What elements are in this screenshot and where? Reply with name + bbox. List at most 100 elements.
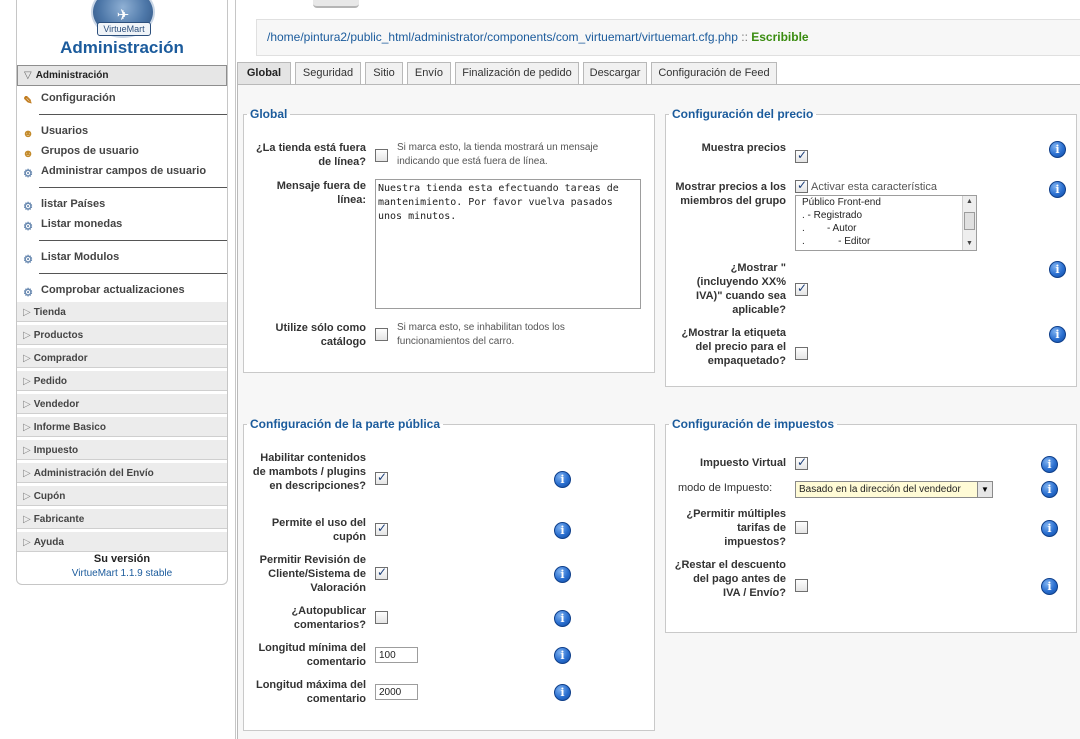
list-gear-icon: ⚙ [23, 287, 33, 299]
sidebar-title: Administración [60, 38, 184, 57]
tab-seguridad[interactable]: Seguridad [295, 62, 361, 84]
info-icon[interactable]: i [1041, 520, 1058, 537]
sidebar-item-configuracion[interactable]: ✎ Configuración [21, 89, 226, 107]
info-icon[interactable]: i [1049, 141, 1066, 158]
info-icon[interactable]: i [554, 610, 571, 627]
chevron-right-icon: ▷ [23, 376, 31, 387]
sidebar-category-impuesto[interactable]: ▷ Impuesto [17, 439, 227, 460]
chevron-right-icon: ▷ [23, 422, 31, 433]
scroll-down-icon[interactable]: ▼ [963, 238, 976, 250]
offline-message-textarea[interactable] [375, 179, 641, 309]
fieldset-price-legend: Configuración del precio [672, 107, 814, 121]
tab-sitio[interactable]: Sitio [365, 62, 403, 84]
chevron-down-icon: ▽ [24, 70, 32, 81]
list-gear-icon: ⚙ [23, 221, 33, 233]
chevron-right-icon: ▷ [23, 353, 31, 364]
sidebar-category-envio[interactable]: ▷ Administración del Envío [17, 462, 227, 483]
members-prices-checkbox[interactable] [795, 178, 808, 193]
tab-envio[interactable]: Envío [407, 62, 451, 84]
divider [39, 114, 227, 115]
sidebar-category-pedido[interactable]: ▷ Pedido [17, 370, 227, 391]
sidebar-item-monedas[interactable]: ⚙ Listar monedas [21, 215, 226, 233]
writable-status: Escribible [751, 30, 809, 44]
info-icon[interactable]: i [1041, 456, 1058, 473]
fieldset-tax-legend: Configuración de impuestos [672, 417, 835, 431]
info-icon[interactable]: i [1041, 481, 1058, 498]
info-icon[interactable]: i [1049, 326, 1066, 343]
info-icon[interactable]: i [554, 566, 571, 583]
show-prices-checkbox[interactable] [795, 148, 808, 163]
path-separator: :: [741, 30, 748, 44]
sidebar-category-vendedor[interactable]: ▷ Vendedor [17, 393, 227, 414]
tax-mode-label: modo de Impuesto: [678, 482, 773, 494]
info-icon[interactable]: i [554, 522, 571, 539]
sidebar-section-administracion[interactable]: ▽ Administración [17, 65, 227, 86]
divider [39, 240, 227, 241]
discount-before-tax-label: ¿Restar el descuento del pago antes de I… [674, 559, 786, 599]
multi-tax-checkbox[interactable] [795, 521, 808, 534]
offline-description: Si marca esto, la tienda mostrará un men… [397, 142, 599, 167]
sidebar-category-productos[interactable]: ▷ Productos [17, 324, 227, 345]
sidebar-category-fabricante[interactable]: ▷ Fabricante [17, 508, 227, 529]
info-icon[interactable]: i [1041, 578, 1058, 595]
chevron-down-icon[interactable]: ▼ [977, 482, 992, 497]
scroll-thumb[interactable] [964, 212, 975, 230]
version-title: Su versión [93, 553, 151, 565]
max-length-input[interactable] [375, 684, 418, 700]
config-file-path-bar: /home/pintura2/public_html/administrator… [256, 19, 1080, 56]
list-option[interactable]: Público Front-end [796, 196, 976, 209]
virtual-tax-checkbox[interactable] [795, 455, 808, 470]
min-length-label: Longitud mínima del comentario [258, 642, 366, 668]
autopublish-checkbox[interactable] [375, 611, 388, 624]
chevron-right-icon: ▷ [23, 537, 31, 548]
info-icon[interactable]: i [1049, 181, 1066, 198]
coupon-checkbox[interactable] [375, 521, 388, 536]
discount-before-tax-checkbox[interactable] [795, 579, 808, 592]
user-groups-listbox[interactable]: Público Front-end . - Registrado . - Aut… [795, 195, 977, 251]
sidebar-item-usuarios[interactable]: ☻ Usuarios [21, 122, 226, 140]
tab-configuracion-feed[interactable]: Configuración de Feed [651, 62, 777, 84]
tab-finalizacion-pedido[interactable]: Finalización de pedido [455, 62, 579, 84]
listbox-scrollbar[interactable]: ▲ ▼ [962, 196, 976, 250]
sidebar-category-informe[interactable]: ▷ Informe Basico [17, 416, 227, 437]
divider [39, 273, 227, 274]
sidebar-item-actualizaciones[interactable]: ⚙ Comprobar actualizaciones [21, 281, 226, 299]
tab-descargar[interactable]: Descargar [583, 62, 647, 84]
logo: ✈ VirtueMart Administración [17, 0, 227, 64]
list-option[interactable]: . - Registrado [796, 209, 976, 222]
review-checkbox[interactable] [375, 565, 388, 580]
sidebar-item-paises[interactable]: ⚙ listar Países [21, 195, 226, 213]
sidebar-category-tienda[interactable]: ▷ Tienda [17, 301, 227, 322]
members-prices-label: Mostrar precios a los miembros del grupo [675, 181, 786, 207]
sidebar-item-modulos[interactable]: ⚙ Listar Modulos [21, 248, 226, 266]
fieldset-price: Configuración del precio Muestra precios… [665, 107, 1077, 387]
sidebar-category-comprador[interactable]: ▷ Comprador [17, 347, 227, 368]
package-checkbox[interactable] [795, 347, 808, 360]
sidebar-category-cupon[interactable]: ▷ Cupón [17, 485, 227, 506]
info-icon[interactable]: i [554, 684, 571, 701]
incl-tax-label: ¿Mostrar "(incluyendo XX% IVA)" cuando s… [696, 262, 786, 316]
chevron-right-icon: ▷ [23, 330, 31, 341]
info-icon[interactable]: i [554, 471, 571, 488]
list-option[interactable]: . - Autor [796, 222, 976, 235]
coupon-label: Permite el uso del cupón [271, 517, 366, 543]
info-icon[interactable]: i [1049, 261, 1066, 278]
mambots-checkbox[interactable] [375, 470, 388, 485]
sidebar-item-campos-usuario[interactable]: ⚙ Administrar campos de usuario [21, 162, 226, 180]
scroll-up-icon[interactable]: ▲ [963, 196, 976, 208]
info-icon[interactable]: i [554, 647, 571, 664]
sidebar-item-grupos[interactable]: ☻ Grupos de usuario [21, 142, 226, 160]
tab-global[interactable]: Global [237, 62, 291, 85]
autopublish-label: ¿Autopublicar comentarios? [291, 605, 366, 631]
list-gear-icon: ⚙ [23, 168, 33, 180]
config-header-icon [313, 0, 359, 8]
offline-checkbox[interactable] [375, 149, 388, 162]
incl-tax-checkbox[interactable] [795, 281, 808, 296]
sidebar-category-ayuda[interactable]: ▷ Ayuda [17, 531, 227, 552]
sidebar: ✈ VirtueMart Administración ▽ Administrac… [16, 0, 228, 585]
catalog-checkbox[interactable] [375, 328, 388, 341]
min-length-input[interactable] [375, 647, 418, 663]
logo-text: VirtueMart [97, 22, 151, 36]
list-option[interactable]: . - Editor [796, 235, 976, 248]
tax-mode-select[interactable]: Basado en la dirección del vendedor ▼ [795, 481, 993, 498]
